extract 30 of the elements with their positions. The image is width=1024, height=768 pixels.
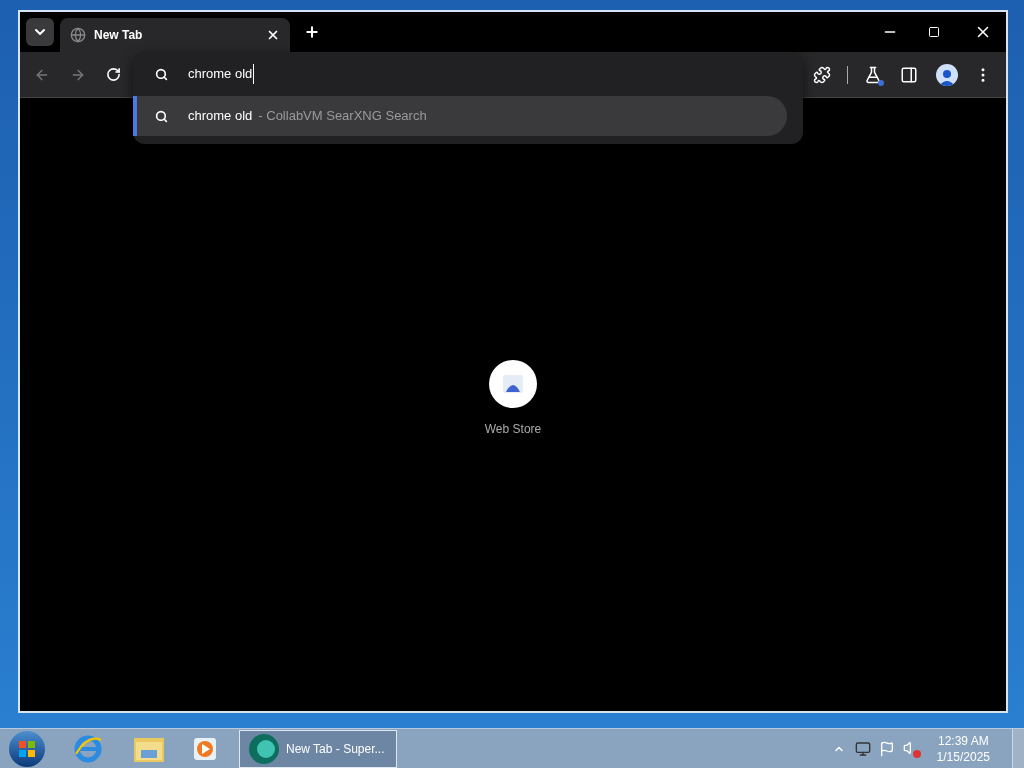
close-icon[interactable] — [266, 28, 280, 42]
tab[interactable]: New Tab — [60, 18, 290, 52]
logo-icon — [18, 739, 36, 758]
profile-icon[interactable] — [936, 63, 958, 86]
globe-icon — [70, 27, 86, 43]
tab-title: New Tab — [94, 27, 144, 44]
start-button[interactable] — [9, 730, 45, 767]
suggestion-row[interactable]: chrome old - CollabVM SearXNG Search — [133, 96, 787, 136]
search-icon — [155, 109, 168, 123]
reload-icon[interactable] — [106, 67, 121, 82]
taskbar-window-button[interactable]: New Tab - Super... — [239, 729, 397, 768]
suggestion-query: chrome old — [188, 107, 253, 126]
media-player-icon[interactable] — [193, 736, 217, 761]
flask-icon[interactable] — [864, 65, 882, 84]
side-panel-icon[interactable] — [900, 65, 918, 84]
muted-speaker-icon[interactable] — [902, 739, 921, 758]
shortcut-tile[interactable] — [489, 360, 537, 408]
address-text: chrome old — [188, 64, 255, 84]
window-label: New Tab - Super... — [286, 740, 385, 758]
suggestion-detail: - CollabVM SearXNG Search — [258, 107, 427, 126]
flag-icon[interactable] — [878, 740, 895, 757]
new-tab-icon[interactable] — [304, 24, 320, 40]
tab-search-button[interactable] — [26, 18, 54, 46]
app-icon — [248, 732, 280, 765]
store-icon — [502, 374, 524, 394]
search-icon — [155, 67, 168, 81]
shortcut-label: Web Store — [484, 421, 542, 438]
network-icon[interactable] — [854, 740, 871, 757]
maximize-icon[interactable] — [928, 26, 940, 38]
puzzle-icon[interactable] — [813, 65, 831, 84]
